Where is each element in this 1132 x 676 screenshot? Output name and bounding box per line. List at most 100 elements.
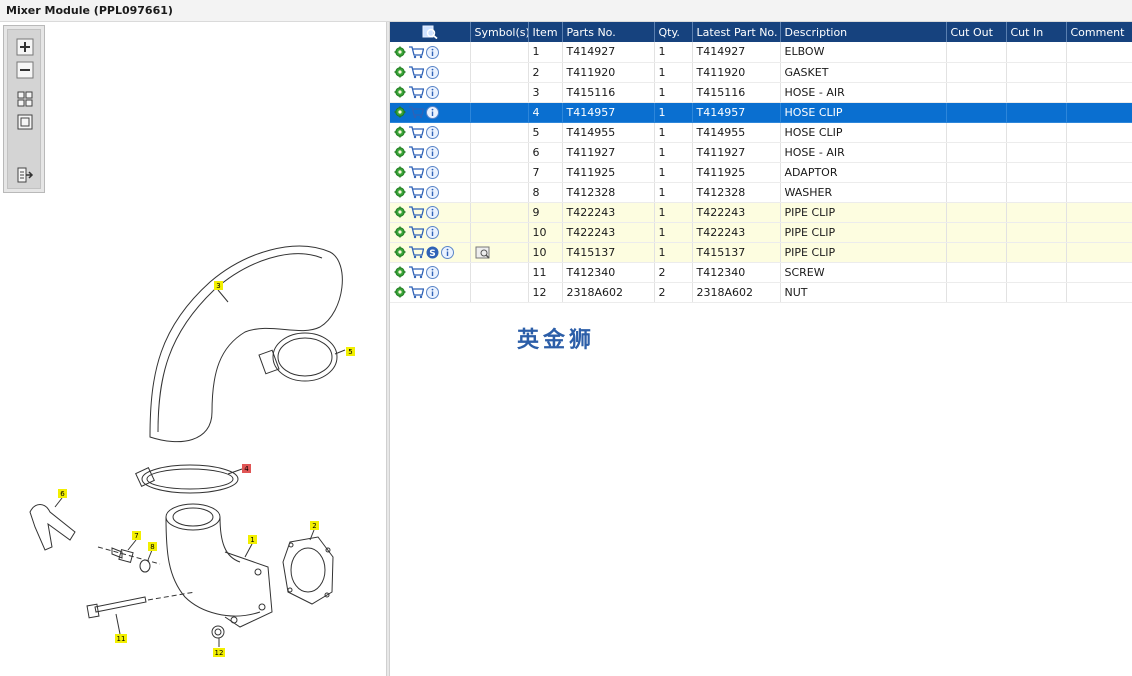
row-symbols	[470, 222, 529, 243]
table-row[interactable]: 11 T412340 2 T412340 SCREW	[390, 262, 1132, 283]
table-row[interactable]: S 10 T415137 1 T415137 PIPE CLIP	[390, 242, 1132, 263]
cart-icon[interactable]	[408, 166, 424, 179]
gear-icon[interactable]	[394, 186, 406, 198]
cart-icon[interactable]	[408, 206, 424, 219]
column-header-latest-part-no[interactable]: Latest Part No.	[692, 22, 781, 42]
cart-icon[interactable]	[408, 286, 424, 299]
cell-comment	[1066, 162, 1132, 183]
callout-1[interactable]: 1	[248, 535, 257, 544]
gear-icon[interactable]	[394, 126, 406, 138]
row-actions	[390, 162, 471, 183]
cart-icon[interactable]	[408, 186, 424, 199]
column-header-description[interactable]: Description	[780, 22, 947, 42]
cart-icon[interactable]	[408, 66, 424, 79]
cart-icon[interactable]	[408, 126, 424, 139]
table-row[interactable]: 7 T411925 1 T411925 ADAPTOR	[390, 162, 1132, 183]
svg-text:6: 6	[60, 490, 65, 498]
table-row[interactable]: 5 T414955 1 T414955 HOSE CLIP	[390, 122, 1132, 143]
cart-icon[interactable]	[408, 246, 424, 259]
exploded-parts-diagram[interactable]: 3 5 4 6 7 8 1 2 11 12	[0, 212, 386, 672]
cart-icon[interactable]	[408, 106, 424, 119]
info-icon[interactable]	[426, 145, 439, 159]
reference-book-icon[interactable]	[475, 246, 491, 259]
column-header-parts-no[interactable]: Parts No.	[562, 22, 655, 42]
callout-12[interactable]: 12	[213, 648, 225, 657]
cell-comment	[1066, 242, 1132, 263]
cell-latest-part-no: T411925	[692, 162, 781, 183]
cart-icon[interactable]	[408, 146, 424, 159]
callout-4[interactable]: 4	[242, 464, 251, 473]
column-header-qty[interactable]: Qty.	[654, 22, 693, 42]
info-icon[interactable]	[426, 285, 439, 299]
service-s-icon[interactable]: S	[426, 246, 439, 259]
search-table-icon[interactable]	[422, 25, 438, 40]
info-icon[interactable]	[426, 205, 439, 219]
actual-size-icon[interactable]	[16, 113, 34, 131]
cell-description: HOSE CLIP	[780, 122, 947, 143]
column-header-actions[interactable]	[390, 22, 471, 42]
fit-all-icon[interactable]	[16, 90, 34, 108]
callout-6[interactable]: 6	[58, 489, 67, 498]
gear-icon[interactable]	[394, 206, 406, 218]
cart-icon[interactable]	[408, 45, 424, 59]
table-row[interactable]: 10 T422243 1 T422243 PIPE CLIP	[390, 222, 1132, 243]
table-row[interactable]: 4 T414957 1 T414957 HOSE CLIP	[390, 102, 1132, 123]
export-icon[interactable]	[16, 166, 34, 184]
column-header-comment[interactable]: Comment	[1066, 22, 1132, 42]
gear-icon[interactable]	[394, 46, 406, 58]
cell-cut-in	[1006, 42, 1067, 63]
table-row[interactable]: 8 T412328 1 T412328 WASHER	[390, 182, 1132, 203]
gear-icon[interactable]	[394, 86, 406, 98]
gear-icon[interactable]	[394, 66, 406, 78]
svg-text:4: 4	[244, 465, 249, 473]
zoom-in-icon[interactable]	[16, 38, 34, 56]
table-row[interactable]: 6 T411927 1 T411927 HOSE - AIR	[390, 142, 1132, 163]
info-icon[interactable]	[426, 105, 439, 119]
info-icon[interactable]	[426, 185, 439, 199]
info-icon[interactable]	[426, 125, 439, 139]
column-header-cut-out[interactable]: Cut Out	[946, 22, 1007, 42]
row-actions	[390, 102, 471, 123]
zoom-out-icon[interactable]	[16, 61, 34, 79]
gear-icon[interactable]	[394, 266, 406, 278]
gear-icon[interactable]	[394, 146, 406, 158]
callout-11[interactable]: 11	[115, 634, 127, 643]
gear-icon[interactable]	[394, 166, 406, 178]
row-actions	[390, 262, 471, 283]
callout-5[interactable]: 5	[346, 347, 355, 356]
table-row[interactable]: 9 T422243 1 T422243 PIPE CLIP	[390, 202, 1132, 223]
table-row[interactable]: 3 T415116 1 T415116 HOSE - AIR	[390, 82, 1132, 103]
gear-icon[interactable]	[394, 106, 406, 118]
table-header: Symbol(s) Item Parts No. Qty. Latest Par…	[390, 22, 1132, 42]
callout-7[interactable]: 7	[132, 531, 141, 540]
cell-qty: 1	[654, 122, 693, 143]
table-row[interactable]: 12 2318A602 2 2318A602 NUT	[390, 282, 1132, 303]
illustration-panel[interactable]: 3 5 4 6 7 8 1 2 11 12	[0, 22, 386, 676]
info-icon[interactable]	[426, 265, 439, 279]
info-icon[interactable]	[426, 225, 439, 239]
callout-3[interactable]: 3	[214, 281, 223, 290]
table-row[interactable]: 1 T414927 1 T414927 ELBOW	[390, 42, 1132, 63]
cell-description: HOSE - AIR	[780, 82, 947, 103]
column-header-item[interactable]: Item	[528, 22, 563, 42]
cart-icon[interactable]	[408, 266, 424, 279]
svg-text:2: 2	[312, 522, 316, 530]
cart-icon[interactable]	[408, 86, 424, 99]
cell-latest-part-no: T412340	[692, 262, 781, 283]
callout-2[interactable]: 2	[310, 521, 319, 530]
gear-icon[interactable]	[394, 246, 406, 258]
gear-icon[interactable]	[394, 286, 406, 298]
column-header-symbols[interactable]: Symbol(s)	[470, 22, 529, 42]
info-icon[interactable]	[426, 45, 439, 59]
gear-icon[interactable]	[394, 226, 406, 238]
cell-description: ELBOW	[780, 42, 947, 63]
info-icon[interactable]	[426, 85, 439, 99]
column-header-cut-in[interactable]: Cut In	[1006, 22, 1067, 42]
cell-cut-in	[1006, 222, 1067, 243]
info-icon[interactable]	[426, 65, 439, 79]
info-icon[interactable]	[441, 245, 454, 259]
cart-icon[interactable]	[408, 226, 424, 239]
callout-8[interactable]: 8	[148, 542, 157, 551]
info-icon[interactable]	[426, 165, 439, 179]
table-row[interactable]: 2 T411920 1 T411920 GASKET	[390, 62, 1132, 83]
